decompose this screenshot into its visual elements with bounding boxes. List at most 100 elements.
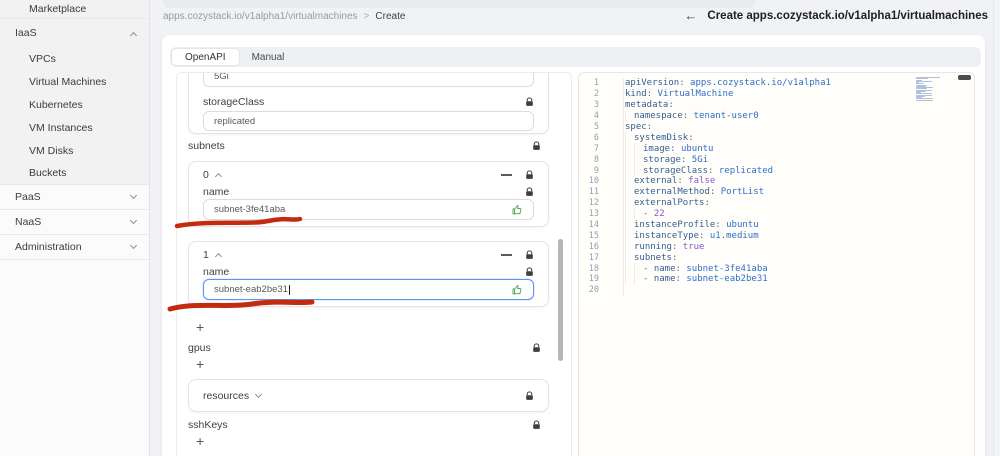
code-line: 2 kind: VirtualMachine — [593, 89, 734, 100]
breadcrumb-separator: > — [363, 11, 370, 22]
code-lines: 1 apiVersion: apps.cozystack.io/v1alpha1 2… — [579, 78, 974, 296]
chevron-down-icon — [129, 241, 138, 250]
resources-card[interactable]: resources — [188, 379, 549, 412]
lock-icon[interactable] — [532, 343, 541, 353]
code-line: 3 metadata: — [593, 100, 674, 111]
sidebar-item-buckets[interactable]: Buckets — [0, 162, 149, 185]
breadcrumb: apps.cozystack.io/v1alpha1/virtualmachin… — [163, 11, 405, 22]
main-card: OpenAPI Manual 5Gi storageClass replicat… — [162, 35, 985, 456]
sidebar-item-label: Administration — [15, 241, 82, 253]
app-window: Marketplace IaaS VPCs Virtual Machines Kuber… — [0, 0, 1000, 456]
subnet-1-header[interactable]: 1 — [203, 247, 534, 262]
sidebar-item-iaas[interactable]: IaaS — [0, 19, 149, 47]
code-line: 9 storageClass: replicated — [593, 165, 774, 177]
sidebar-item-label: Buckets — [29, 167, 67, 179]
sidebar-item-label: NaaS — [15, 216, 42, 228]
storage-input[interactable]: 5Gi — [203, 73, 534, 87]
subnet-card-1: 1 name subnet-eab2be31 — [188, 241, 549, 307]
system-disk-card: 5Gi storageClass replicated — [188, 73, 549, 134]
tab-manual-label: Manual — [251, 51, 285, 63]
subnet-0-name-input[interactable]: subnet-3fe41aba — [203, 199, 534, 220]
code-line: 1 apiVersion: apps.cozystack.io/v1alpha1 — [593, 78, 831, 89]
lock-icon[interactable] — [525, 249, 534, 260]
sidebar-item-vm-instances[interactable]: VM Instances — [0, 116, 149, 139]
storage-class-input[interactable]: replicated — [203, 111, 534, 131]
sidebar-item-vm-disks[interactable]: VM Disks — [0, 139, 149, 162]
minus-icon[interactable] — [501, 253, 512, 256]
subnet-card-0: 0 name subnet-3fe41aba — [188, 161, 549, 227]
sidebar-item-label: IaaS — [15, 27, 37, 39]
sidebar-item-label: VM Disks — [29, 144, 74, 157]
subnet-0-name-value: subnet-3fe41aba — [214, 204, 286, 215]
sidebar-item-kubernetes[interactable]: Kubernetes — [0, 93, 149, 116]
sidebar-item-naas[interactable]: NaaS — [0, 210, 149, 235]
breadcrumb-path[interactable]: apps.cozystack.io/v1alpha1/virtualmachin… — [163, 11, 358, 22]
gpus-row: gpus — [188, 340, 549, 356]
code-line: 10 external: false — [588, 176, 716, 187]
sidebar-item-label: Marketplace — [29, 3, 87, 15]
add-gpu-button[interactable]: + — [188, 356, 549, 372]
form-scrollbar[interactable] — [558, 239, 563, 361]
yaml-editor[interactable]: 1 apiVersion: apps.cozystack.io/v1alpha1 2… — [578, 72, 975, 456]
add-subnet-button[interactable]: + — [188, 319, 549, 335]
code-line: 13- 22 — [588, 208, 665, 220]
page-header: ← Create apps.cozystack.io/v1alpha1/virt… — [684, 9, 988, 22]
editor-scrollbar[interactable] — [958, 75, 971, 80]
subnets-label: subnets — [188, 140, 225, 152]
lock-icon[interactable] — [532, 141, 541, 151]
sidebar-item-label: Virtual Machines — [29, 75, 107, 88]
tab-bar: OpenAPI Manual — [170, 47, 981, 67]
sidebar-item-label: VM Instances — [29, 121, 93, 134]
plus-icon: + — [196, 319, 205, 335]
minus-icon[interactable] — [501, 173, 512, 176]
code-line: 4 namespace: tenant-user0 — [593, 110, 759, 122]
chevron-down-icon — [255, 390, 263, 398]
page-scrollbar[interactable] — [993, 0, 1000, 456]
tab-manual[interactable]: Manual — [239, 49, 298, 65]
subnet-0-index: 0 — [203, 168, 209, 181]
chevron-down-icon — [129, 216, 138, 225]
page-title: Create apps.cozystack.io/v1alpha1/virtua… — [707, 9, 988, 22]
code-line: 6 systemDisk: — [593, 132, 694, 144]
form-pane: 5Gi storageClass replicated subnets 0 na… — [176, 72, 572, 456]
subnet-1-index: 1 — [203, 248, 209, 261]
lock-icon[interactable] — [525, 266, 534, 277]
code-line: 17 subnets: — [588, 252, 678, 264]
tab-openapi-label: OpenAPI — [185, 51, 226, 63]
back-icon[interactable]: ← — [684, 9, 697, 22]
sidebar-item-vpcs[interactable]: VPCs — [0, 47, 149, 70]
minimap — [916, 77, 942, 102]
lock-icon[interactable] — [525, 186, 534, 197]
code-line: 15 instanceType: u1.medium — [588, 230, 759, 242]
sidebar-item-label: Kubernetes — [29, 98, 83, 111]
subnet-0-name-label: name — [203, 185, 230, 198]
header-remnant — [163, 0, 755, 8]
code-line: 20 — [588, 285, 599, 296]
lock-icon[interactable] — [525, 390, 534, 401]
lock-icon[interactable] — [525, 97, 534, 107]
lock-icon[interactable] — [525, 169, 534, 180]
sidebar-item-administration[interactable]: Administration — [0, 235, 149, 260]
sidebar: Marketplace IaaS VPCs Virtual Machines Kuber… — [0, 0, 150, 456]
code-line: 19- name: subnet-eab2be31 — [588, 274, 768, 285]
sidebar-item-label: PaaS — [15, 191, 41, 203]
subnet-1-name-label: name — [203, 265, 230, 278]
code-line: 8 storage: 5Gi — [593, 154, 709, 166]
code-line: 11 externalMethod: PortList — [588, 186, 765, 198]
subnet-0-header[interactable]: 0 — [203, 167, 534, 182]
subnet-1-name-value: subnet-eab2be31 — [214, 284, 288, 295]
sidebar-item-marketplace[interactable]: Marketplace — [0, 0, 149, 19]
add-sshkey-button[interactable]: + — [188, 433, 549, 449]
thumb-up-icon[interactable] — [511, 284, 523, 296]
chevron-up-icon — [129, 31, 138, 39]
chevron-up-icon — [214, 172, 222, 181]
sidebar-item-paas[interactable]: PaaS — [0, 185, 149, 210]
sidebar-item-virtual-machines[interactable]: Virtual Machines — [0, 70, 149, 93]
code-line: 16 running: true — [588, 241, 705, 253]
code-line: 7 image: ubuntu — [593, 143, 714, 155]
subnet-1-name-input[interactable]: subnet-eab2be31 — [203, 279, 534, 300]
tab-openapi[interactable]: OpenAPI — [172, 49, 239, 65]
lock-icon[interactable] — [532, 420, 541, 430]
code-line: 18- name: subnet-3fe41aba — [588, 263, 768, 275]
thumb-up-icon[interactable] — [511, 204, 523, 216]
